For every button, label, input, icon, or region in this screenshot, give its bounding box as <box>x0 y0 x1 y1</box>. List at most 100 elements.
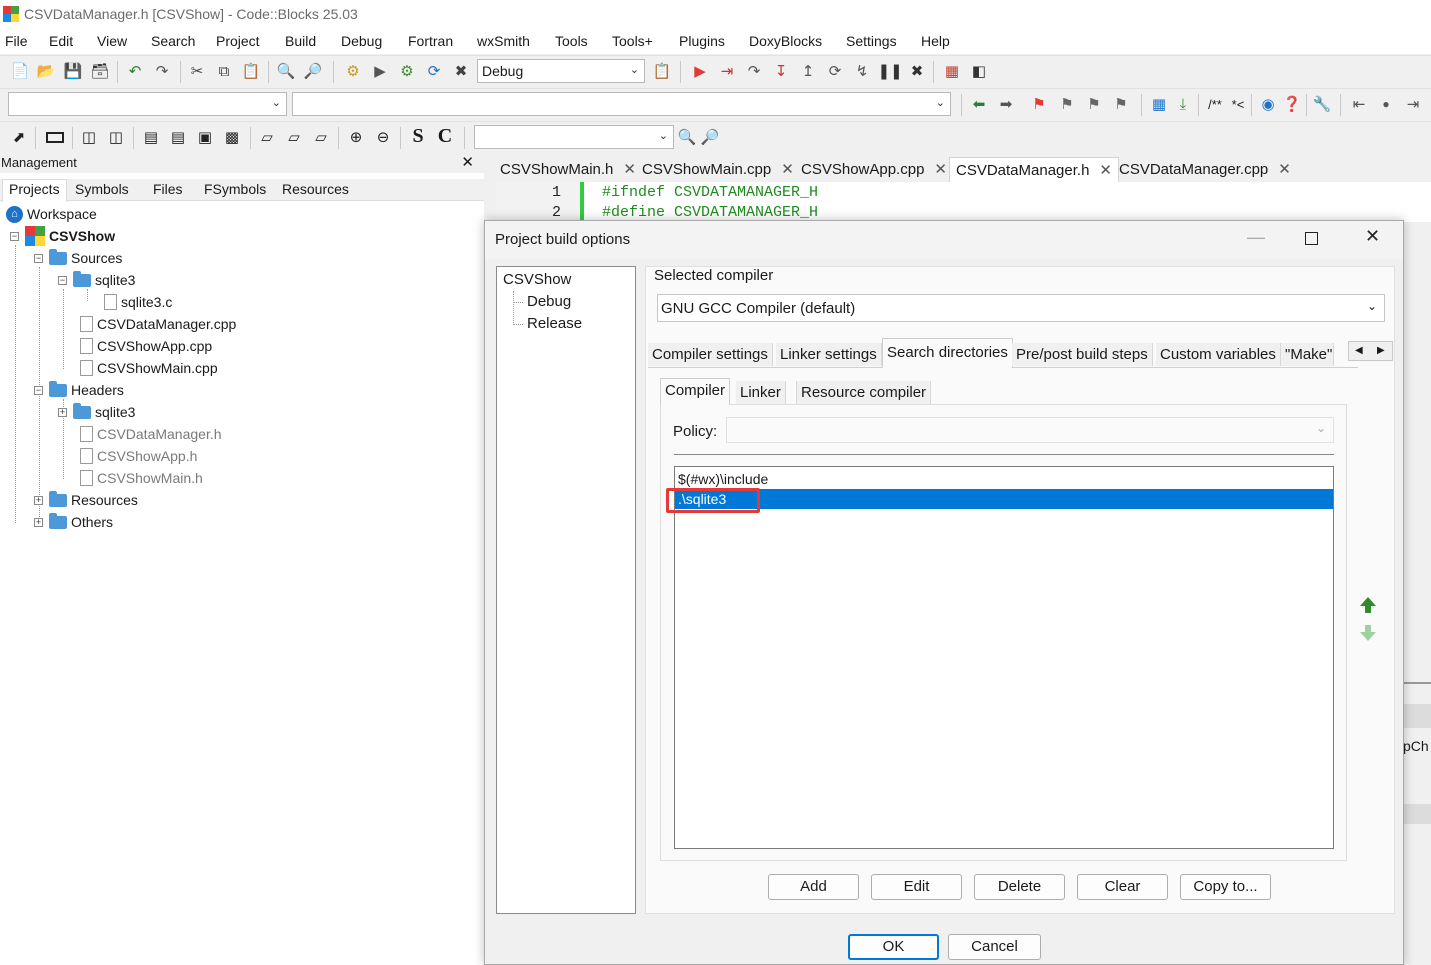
tab-files[interactable]: Files <box>153 181 183 197</box>
clear-bookmarks-icon[interactable]: ⚑ <box>1111 94 1131 114</box>
tree-project[interactable]: − CSVShow <box>10 225 115 247</box>
tab-resources[interactable]: Resources <box>282 181 349 197</box>
copy-to-button[interactable]: Copy to... <box>1180 874 1271 900</box>
tree-headers-sqlite3[interactable]: + sqlite3 <box>58 401 135 423</box>
build-gear-icon[interactable]: ⚙ <box>343 61 363 81</box>
pause-icon[interactable]: ❚❚ <box>877 61 902 81</box>
delete-button[interactable]: Delete <box>974 874 1065 900</box>
tree-resources[interactable]: + Resources <box>34 489 138 511</box>
align-left-icon[interactable]: ▱ <box>257 127 277 147</box>
directory-item-selected[interactable]: .\sqlite3 <box>675 489 1333 509</box>
menu-tools-plus[interactable]: Tools+ <box>612 33 653 49</box>
edit-button[interactable]: Edit <box>871 874 962 900</box>
target-item-project[interactable]: CSVShow <box>502 271 572 288</box>
bookmark-toggle-icon[interactable]: ● <box>1376 94 1396 114</box>
subtab-resource-compiler[interactable]: Resource compiler <box>796 381 932 404</box>
tab-projects[interactable]: Projects <box>2 179 67 202</box>
expand-icon[interactable]: + <box>34 517 43 527</box>
close-icon[interactable]: ✕ <box>1365 226 1380 247</box>
collapse-icon[interactable]: − <box>34 385 43 395</box>
paste-icon[interactable]: 📋 <box>241 61 261 81</box>
run-icon[interactable]: ▶ <box>370 61 390 81</box>
bookmark-forward-icon[interactable]: ⇥ <box>1403 94 1423 114</box>
tab-fsymbols[interactable]: FSymbols <box>204 181 266 197</box>
close-tab-icon[interactable]: ✕ <box>1278 161 1291 178</box>
menu-project[interactable]: Project <box>216 33 260 49</box>
editor-tab[interactable]: CSVDataManager.cpp ✕ <box>1119 160 1291 178</box>
sizer-grid-icon[interactable]: ◫ <box>106 127 126 147</box>
save-icon[interactable]: 💾 <box>63 61 83 81</box>
minimize-icon[interactable]: — <box>1247 227 1265 248</box>
widget-frame-icon[interactable] <box>44 127 66 147</box>
editor-tab[interactable]: CSVShowMain.h ✕ <box>500 160 636 178</box>
new-file-icon[interactable]: 📄 <box>10 61 30 81</box>
doxyblocks-config-icon[interactable]: 🔧 <box>1312 94 1332 114</box>
bookmark-back-icon[interactable]: ⇤ <box>1349 94 1369 114</box>
pointer-icon[interactable]: ⬈ <box>9 127 29 147</box>
subtab-linker[interactable]: Linker <box>736 381 786 404</box>
editor-tab[interactable]: CSVShowApp.cpp ✕ <box>801 160 947 178</box>
close-icon[interactable]: ✕ <box>461 153 474 171</box>
menu-tools[interactable]: Tools <box>555 33 588 49</box>
collapse-icon[interactable]: − <box>10 231 19 241</box>
menu-plugins[interactable]: Plugins <box>679 33 725 49</box>
zoom-out-icon[interactable]: ⊖ <box>373 127 393 147</box>
tree-file[interactable]: CSVDataManager.cpp <box>80 313 236 335</box>
close-tab-icon[interactable]: ✕ <box>623 161 636 178</box>
tab-pre-post-build-steps[interactable]: Pre/post build steps <box>1012 343 1153 366</box>
jump-back-icon[interactable]: ⬅ <box>969 94 989 114</box>
toggle-bookmark-icon[interactable]: ⚑ <box>1029 94 1049 114</box>
tab-symbols[interactable]: Symbols <box>75 181 129 197</box>
run-to-cursor-icon[interactable]: ⇥ <box>717 61 737 81</box>
close-tab-icon[interactable]: ✕ <box>781 161 794 178</box>
scroll-left-icon[interactable]: ◀ <box>1355 345 1363 356</box>
tree-workspace[interactable]: ⌂ Workspace <box>6 203 97 225</box>
expand-icon[interactable]: + <box>34 495 43 505</box>
cut-icon[interactable]: ✂ <box>187 61 207 81</box>
jump-forward-icon[interactable]: ➡ <box>996 94 1016 114</box>
scroll-right-icon[interactable]: ▶ <box>1377 345 1385 356</box>
subtab-compiler[interactable]: Compiler <box>660 378 731 405</box>
expand-icon[interactable]: + <box>58 407 67 417</box>
tree-others[interactable]: + Others <box>34 511 113 533</box>
stop-debugger-icon[interactable]: ✖ <box>907 61 927 81</box>
border-bottom-icon[interactable]: ▤ <box>168 127 188 147</box>
debug-info-icon[interactable]: ◧ <box>969 61 989 81</box>
compiler-select[interactable]: GNU GCC Compiler (default) ⌄ <box>657 294 1385 322</box>
cancel-button[interactable]: Cancel <box>948 934 1041 960</box>
ok-button[interactable]: OK <box>848 934 939 960</box>
search-icon[interactable]: 🔍 <box>677 127 697 147</box>
menu-wxsmith[interactable]: wxSmith <box>477 33 530 49</box>
target-item-debug[interactable]: Debug <box>527 293 571 310</box>
save-all-icon[interactable]: 🗃 <box>90 61 110 81</box>
step-into-icon[interactable]: ↧ <box>771 61 791 81</box>
sizer-insert-icon[interactable]: ◫ <box>79 127 99 147</box>
extract-documentation-icon[interactable]: ⤓ <box>1173 94 1193 114</box>
block-comment-button[interactable]: /** <box>1204 94 1226 114</box>
redo-icon[interactable]: ↷ <box>152 61 172 81</box>
wx-search-select[interactable]: ⌄ <box>474 125 674 149</box>
scope-select[interactable]: ⌄ <box>8 92 287 116</box>
collapse-icon[interactable]: − <box>58 275 67 285</box>
next-bookmark-icon[interactable]: ⚑ <box>1084 94 1104 114</box>
tree-file[interactable]: CSVShowApp.h <box>80 445 197 467</box>
close-tab-icon[interactable]: ✕ <box>1099 162 1112 179</box>
tab-make-commands[interactable]: "Make" c <box>1281 343 1334 366</box>
step-into-instruction-icon[interactable]: ↯ <box>852 61 872 81</box>
tree-sources[interactable]: − Sources <box>34 247 122 269</box>
policy-select[interactable]: ⌄ <box>726 417 1334 443</box>
debug-start-icon[interactable]: ▶ <box>690 61 710 81</box>
editor-tab[interactable]: CSVShowMain.cpp ✕ <box>642 160 794 178</box>
directory-list[interactable]: $(#wx)\include .\sqlite3 <box>674 466 1334 849</box>
close-tab-icon[interactable]: ✕ <box>934 161 947 178</box>
code-editor[interactable]: 1 2 #ifndef CSVDATAMANAGER_H #define CSV… <box>496 182 1431 222</box>
next-instruction-icon[interactable]: ⟳ <box>825 61 845 81</box>
replace-icon[interactable]: 🔎 <box>303 61 323 81</box>
tree-sources-sqlite3[interactable]: − sqlite3 <box>58 269 135 291</box>
menu-debug[interactable]: Debug <box>341 33 382 49</box>
align-center-icon[interactable]: ▱ <box>284 127 304 147</box>
find-icon[interactable]: 🔍 <box>276 61 296 81</box>
directory-item[interactable]: $(#wx)\include <box>675 469 1333 489</box>
tab-search-directories[interactable]: Search directories <box>882 338 1013 368</box>
tree-file-sqlite3-c[interactable]: sqlite3.c <box>104 291 172 313</box>
